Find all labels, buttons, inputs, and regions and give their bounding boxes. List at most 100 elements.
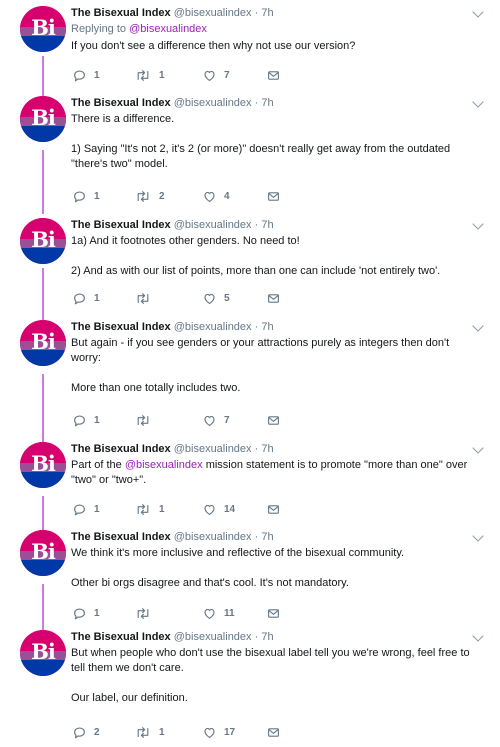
- author-name[interactable]: The Bisexual Index: [71, 443, 171, 455]
- message-button[interactable]: [267, 291, 280, 305]
- message-button[interactable]: [267, 725, 280, 739]
- retweet-icon: [135, 69, 151, 82]
- replying-to: Replying to @bisexualindex: [71, 23, 207, 35]
- tweet-header: The Bisexual Index @bisexualindex · 7h: [71, 531, 274, 543]
- timestamp[interactable]: 7h: [261, 219, 273, 231]
- like-button[interactable]: 4: [203, 189, 230, 203]
- reply-icon: [73, 726, 86, 739]
- like-icon: [203, 69, 216, 82]
- avatar[interactable]: Bi: [20, 6, 66, 52]
- retweet-button[interactable]: 2: [135, 189, 165, 203]
- tweet-header: The Bisexual Index @bisexualindex · 7h: [71, 219, 274, 231]
- avatar[interactable]: Bi: [20, 218, 66, 264]
- reply-button[interactable]: 1: [73, 68, 100, 82]
- tweet-actions: 1 1 14: [71, 502, 481, 516]
- retweet-button[interactable]: [135, 606, 159, 620]
- message-button[interactable]: [267, 606, 280, 620]
- message-icon: [267, 190, 280, 203]
- like-icon: [203, 190, 216, 203]
- mention-link[interactable]: @bisexualindex: [125, 459, 203, 471]
- like-icon: [203, 414, 216, 427]
- retweet-icon: [135, 414, 151, 427]
- message-icon: [267, 69, 280, 82]
- reply-handle-link[interactable]: @bisexualindex: [129, 23, 207, 35]
- retweet-button[interactable]: 1: [135, 68, 165, 82]
- tweet-header: The Bisexual Index @bisexualindex · 7h: [71, 97, 274, 109]
- reply-icon: [73, 503, 86, 516]
- tweet-actions: 1 2 4: [71, 189, 481, 203]
- like-icon: [203, 726, 216, 739]
- message-icon: [267, 414, 280, 427]
- tweet-text: There is a difference. 1) Saying "It's no…: [71, 113, 451, 170]
- author-handle[interactable]: @bisexualindex: [174, 7, 252, 19]
- tweet-text: But again - if you see genders or your a…: [71, 337, 450, 394]
- thread-line: [42, 584, 44, 630]
- like-icon: [203, 503, 216, 516]
- retweet-button[interactable]: 1: [135, 725, 165, 739]
- thread-line: [42, 56, 44, 96]
- like-button[interactable]: 7: [203, 68, 230, 82]
- author-handle[interactable]: @bisexualindex: [174, 321, 252, 333]
- timestamp[interactable]: 7h: [261, 97, 273, 109]
- reply-icon: [73, 69, 86, 82]
- author-name[interactable]: The Bisexual Index: [71, 531, 171, 543]
- timestamp[interactable]: 7h: [261, 443, 273, 455]
- message-icon: [267, 607, 280, 620]
- reply-button[interactable]: 1: [73, 291, 100, 305]
- tweet-text: We think it's more inclusive and reflect…: [71, 547, 405, 589]
- tweet-actions: 2 1 17: [71, 725, 481, 739]
- reply-icon: [73, 190, 86, 203]
- author-name[interactable]: The Bisexual Index: [71, 7, 171, 19]
- retweet-button[interactable]: [135, 413, 159, 427]
- avatar[interactable]: Bi: [20, 442, 66, 488]
- timestamp[interactable]: 7h: [261, 531, 273, 543]
- message-button[interactable]: [267, 68, 280, 82]
- tweet-text: If you don't see a difference then why n…: [71, 40, 356, 52]
- avatar[interactable]: Bi: [20, 320, 66, 366]
- timestamp[interactable]: 7h: [261, 7, 273, 19]
- reply-button[interactable]: 1: [73, 413, 100, 427]
- avatar[interactable]: Bi: [20, 630, 66, 676]
- author-name[interactable]: The Bisexual Index: [71, 97, 171, 109]
- like-button[interactable]: 14: [203, 502, 235, 516]
- tweet-header: The Bisexual Index @bisexualindex · 7h: [71, 631, 274, 643]
- reply-button[interactable]: 2: [73, 725, 100, 739]
- author-handle[interactable]: @bisexualindex: [174, 443, 252, 455]
- like-button[interactable]: 7: [203, 413, 230, 427]
- like-icon: [203, 292, 216, 305]
- message-button[interactable]: [267, 189, 280, 203]
- avatar[interactable]: Bi: [20, 96, 66, 142]
- author-handle[interactable]: @bisexualindex: [174, 631, 252, 643]
- tweet-header: The Bisexual Index @bisexualindex · 7h: [71, 7, 274, 19]
- timestamp[interactable]: 7h: [261, 631, 273, 643]
- like-button[interactable]: 17: [203, 725, 235, 739]
- retweet-icon: [135, 503, 151, 516]
- retweet-button[interactable]: [135, 291, 159, 305]
- author-name[interactable]: The Bisexual Index: [71, 219, 171, 231]
- tweet-header: The Bisexual Index @bisexualindex · 7h: [71, 443, 274, 455]
- tweet-text: But when people who don't use the bisexu…: [71, 647, 470, 704]
- message-button[interactable]: [267, 502, 280, 516]
- message-icon: [267, 503, 280, 516]
- author-name[interactable]: The Bisexual Index: [71, 321, 171, 333]
- avatar[interactable]: Bi: [20, 530, 66, 576]
- thread-line: [42, 150, 44, 214]
- reply-button[interactable]: 1: [73, 606, 100, 620]
- author-handle[interactable]: @bisexualindex: [174, 531, 252, 543]
- tweet-text: 1a) And it footnotes other genders. No n…: [71, 235, 441, 277]
- like-button[interactable]: 5: [203, 291, 230, 305]
- author-handle[interactable]: @bisexualindex: [174, 219, 252, 231]
- author-handle[interactable]: @bisexualindex: [174, 97, 252, 109]
- message-button[interactable]: [267, 413, 280, 427]
- retweet-icon: [135, 292, 151, 305]
- reply-button[interactable]: 1: [73, 502, 100, 516]
- timestamp[interactable]: 7h: [261, 321, 273, 333]
- tweet-actions: 1 11: [71, 606, 481, 620]
- tweet-actions: 1 5: [71, 291, 481, 305]
- author-name[interactable]: The Bisexual Index: [71, 631, 171, 643]
- retweet-button[interactable]: 1: [135, 502, 165, 516]
- like-button[interactable]: 11: [203, 606, 235, 620]
- reply-button[interactable]: 1: [73, 189, 100, 203]
- retweet-icon: [135, 607, 151, 620]
- reply-icon: [73, 607, 86, 620]
